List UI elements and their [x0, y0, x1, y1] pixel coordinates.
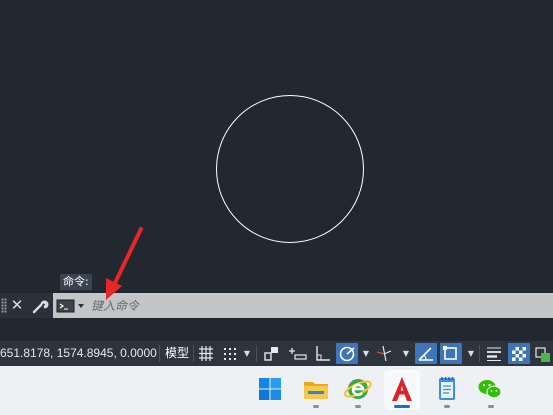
folder-icon[interactable] [301, 374, 331, 404]
transparency-icon[interactable] [508, 343, 530, 364]
selection-cycling-icon[interactable] [533, 343, 553, 364]
isometric-drafting-icon[interactable] [373, 343, 395, 364]
drag-grip-handle[interactable] [1, 298, 7, 313]
status-separator [159, 345, 160, 362]
notepad-icon[interactable] [432, 374, 462, 404]
running-indicator [488, 405, 494, 408]
dynamic-input-icon[interactable] [287, 343, 309, 364]
object-snap-tracking-icon[interactable] [415, 343, 437, 364]
infer-constraints-icon[interactable] [262, 343, 282, 364]
close-command-line-button[interactable]: ✕ [8, 295, 26, 316]
snap-mode-dropdown-icon[interactable]: ▼ [242, 341, 252, 366]
running-indicator [444, 405, 450, 408]
status-separator [193, 345, 194, 362]
model-space-button[interactable]: 模型 [162, 341, 192, 366]
autocad-window: 命令: ✕ 651.8178, 1574.8945, 0 [0, 0, 553, 415]
browser-e-icon[interactable] [343, 374, 373, 404]
command-history-label: 命令: [60, 274, 92, 290]
active-indicator [394, 405, 410, 408]
drawing-canvas[interactable]: 命令: [0, 0, 553, 293]
layout-tabs-area [0, 318, 553, 341]
command-line-bar: ✕ [0, 293, 553, 318]
status-separator [256, 345, 257, 362]
object-snap-icon[interactable] [440, 343, 462, 364]
status-separator [479, 345, 480, 362]
snap-mode-icon[interactable] [220, 343, 240, 364]
customize-wrench-icon[interactable] [30, 296, 50, 315]
running-indicator [355, 405, 361, 408]
running-indicator [313, 405, 319, 408]
cursor-coordinates[interactable]: 651.8178, 1574.8945, 0.0000 [0, 341, 157, 366]
polar-tracking-dropdown-icon[interactable]: ▼ [361, 341, 371, 366]
command-input[interactable] [91, 296, 541, 315]
autocad-a-icon[interactable] [387, 374, 417, 404]
polar-tracking-icon[interactable] [336, 343, 358, 364]
ortho-mode-icon[interactable] [312, 343, 334, 364]
windows-logo-icon[interactable] [255, 374, 285, 404]
grid-display-icon[interactable] [196, 343, 216, 364]
isometric-dropdown-icon[interactable]: ▼ [401, 341, 411, 366]
windows-taskbar [0, 366, 553, 415]
status-bar: 651.8178, 1574.8945, 0.0000 模型 ▼ ▼ ▼ ▼ [0, 341, 553, 366]
drawn-circle[interactable] [216, 95, 364, 243]
recent-commands-button[interactable] [56, 298, 88, 314]
lineweight-icon[interactable] [483, 343, 505, 364]
object-snap-dropdown-icon[interactable]: ▼ [466, 341, 476, 366]
wechat-icon[interactable] [475, 374, 505, 404]
command-input-area [53, 293, 553, 318]
